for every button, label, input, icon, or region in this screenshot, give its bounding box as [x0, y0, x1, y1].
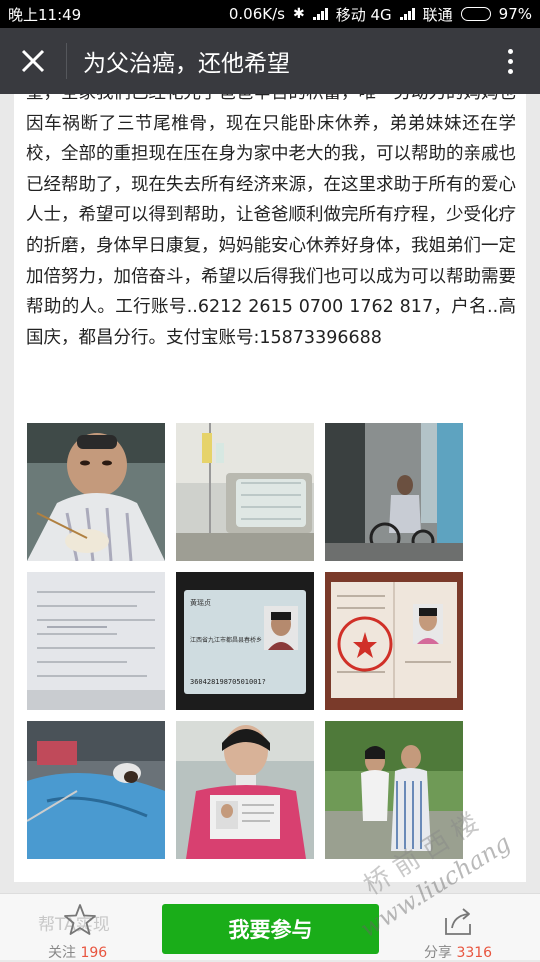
carrier-secondary: 联通 [422, 5, 453, 24]
signal-icon [312, 8, 328, 20]
follow-button[interactable]: 关注 196 [40, 898, 130, 961]
signal-icon-2 [399, 8, 415, 20]
more-dot-icon [507, 48, 513, 54]
photo-iv-bed[interactable] [176, 423, 314, 561]
article-text: 望，全家我们已经花光了爸爸辛苦的积蓄，唯一劳动力的妈妈也因车祸断了三节尾椎骨，现… [26, 94, 516, 348]
photo-wheelchair[interactable] [325, 423, 463, 561]
photo-hospital-bed[interactable] [27, 721, 165, 859]
title-bar: 为父治癌，还他希望 [0, 28, 540, 94]
photo-medical-document[interactable] [27, 572, 165, 710]
bluetooth-icon: ✱ [292, 6, 305, 22]
follow-count: 196 [80, 945, 108, 961]
photo-family-outdoors[interactable] [325, 721, 463, 859]
share-icon [445, 908, 471, 935]
close-icon [21, 49, 45, 73]
share-count: 3316 [456, 945, 493, 961]
photo-woman-holding-id[interactable] [176, 721, 314, 859]
share-button[interactable]: 分享 3316 [410, 898, 510, 961]
carrier-primary: 移动 4G [335, 5, 392, 24]
status-bar: 晚上11:49 0.06K/s ✱ 移动 4G 联通 97% [0, 0, 540, 28]
id-number: 36042819870501001? [190, 678, 266, 686]
star-icon [64, 904, 96, 935]
photo-id-card[interactable]: 黄瑶贞 江西省九江市都昌县春桥乡 36042819870501001? [176, 572, 314, 710]
status-time: 晚上11:49 [8, 5, 82, 24]
more-dot-icon [507, 58, 513, 64]
network-speed: 0.06K/s [228, 5, 285, 23]
close-button[interactable] [0, 28, 66, 94]
id-name: 黄瑶贞 [190, 598, 211, 607]
join-button[interactable]: 我要参与 [162, 904, 379, 954]
battery-icon [460, 7, 491, 21]
battery-percent: 97% [498, 5, 532, 23]
content-card: 望，全家我们已经花光了爸爸辛苦的积蓄，唯一劳动力的妈妈也因车祸断了三节尾椎骨，现… [14, 94, 526, 882]
more-button[interactable] [480, 28, 540, 94]
photo-patient-eating[interactable] [27, 423, 165, 561]
share-label: 分享 [424, 945, 452, 961]
more-dot-icon [507, 68, 513, 74]
photo-grid: 黄瑶贞 江西省九江市都昌县春桥乡 36042819870501001? [27, 423, 463, 859]
follow-label: 关注 [48, 945, 76, 961]
photo-certificate[interactable] [325, 572, 463, 710]
bottom-action-bar: 帮TA实现 关注 196 我要参与 分享 3316 [0, 893, 540, 961]
page-title: 为父治癌，还他希望 [83, 51, 290, 77]
id-address: 江西省九江市都昌县春桥乡 [190, 636, 262, 644]
